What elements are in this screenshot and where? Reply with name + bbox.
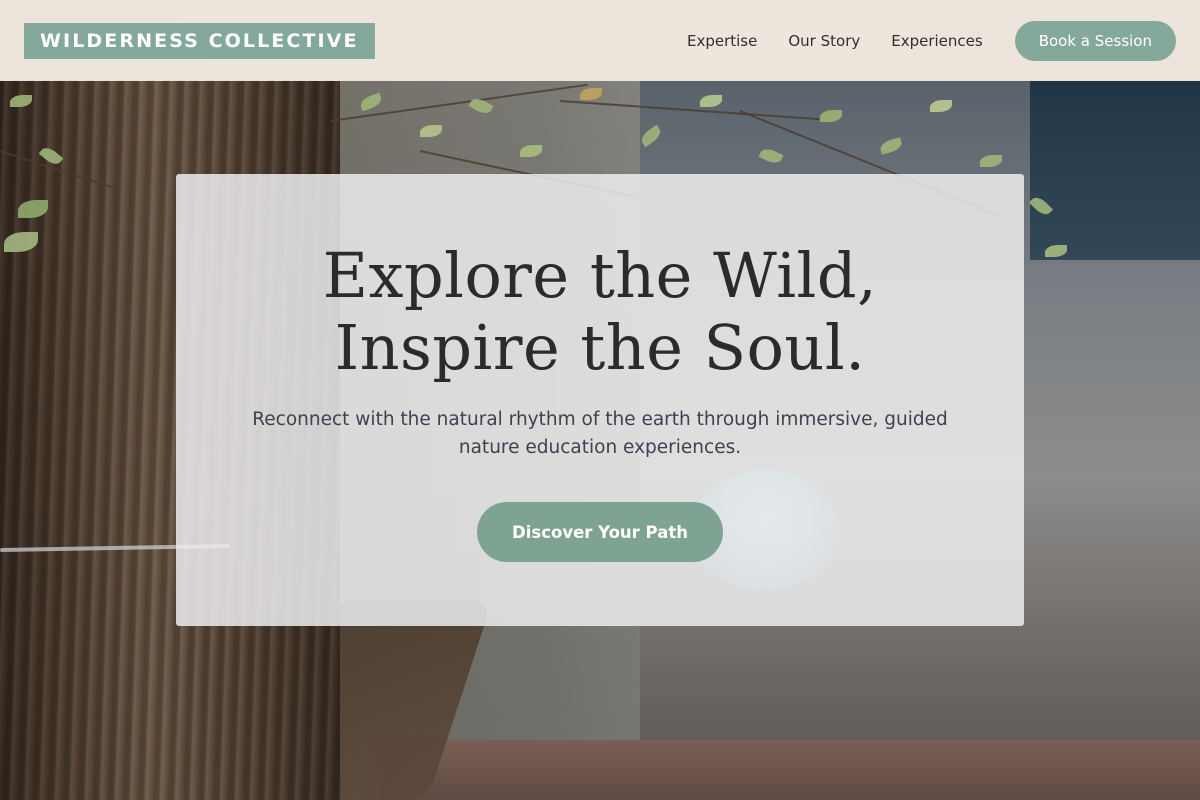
book-session-button[interactable]: Book a Session (1014, 20, 1176, 61)
discover-path-button[interactable]: Discover Your Path (477, 502, 723, 562)
brand-logo[interactable]: WILDERNESS COLLECTIVE (24, 22, 375, 59)
hero-title: Explore the Wild, Inspire the Soul. (176, 240, 1024, 384)
hero-title-line-2: Inspire the Soul. (334, 311, 866, 384)
background-window (1030, 80, 1200, 260)
site-header: WILDERNESS COLLECTIVE Expertise Our Stor… (0, 0, 1200, 81)
hero-subtitle: Reconnect with the natural rhythm of the… (252, 409, 948, 458)
nav-link-our-story[interactable]: Our Story (788, 32, 860, 50)
hero-title-line-1: Explore the Wild, (322, 239, 878, 312)
nav-link-expertise[interactable]: Expertise (687, 32, 757, 50)
hero-card: Explore the Wild, Inspire the Soul. Reco… (176, 174, 1024, 626)
background-floor (380, 740, 1200, 800)
main-nav: Expertise Our Story Experiences Book a S… (687, 20, 1176, 61)
nav-link-experiences[interactable]: Experiences (891, 32, 982, 50)
